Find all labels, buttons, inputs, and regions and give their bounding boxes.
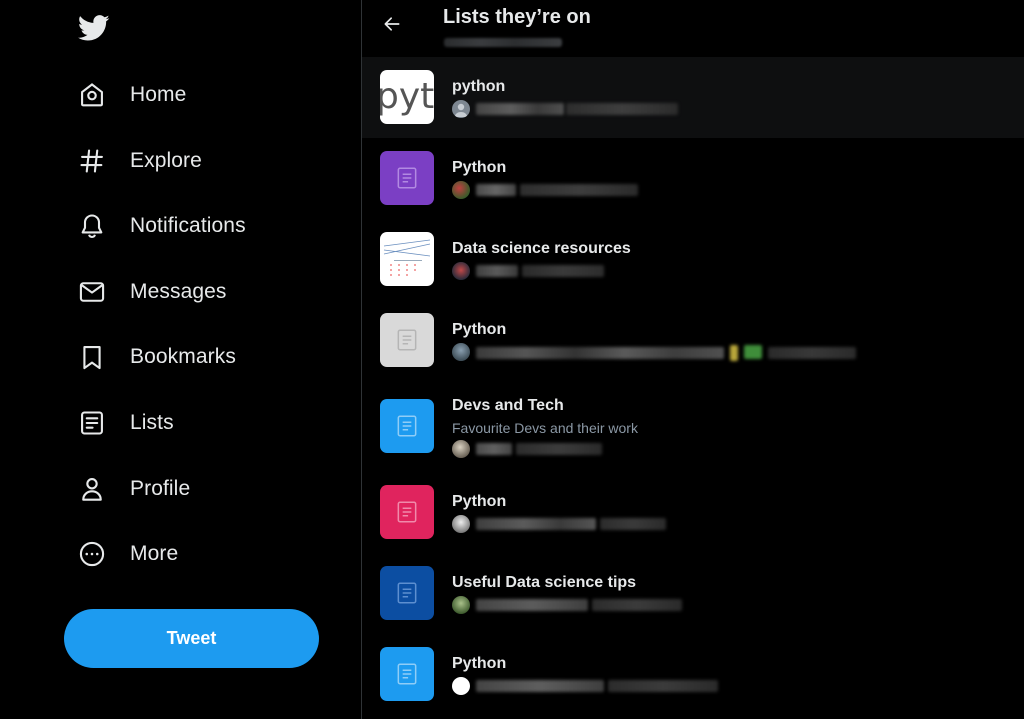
more-circle-icon xyxy=(78,540,106,568)
blurred-owner-name xyxy=(476,347,724,359)
nav-label-bookmarks: Bookmarks xyxy=(130,345,236,368)
owner-avatar[interactable] xyxy=(452,343,470,361)
blurred-owner-name xyxy=(476,599,588,611)
list-thumbnail xyxy=(380,566,434,620)
main-column: Lists they’re on pyt python Python Data … xyxy=(362,0,1024,719)
list-icon xyxy=(78,409,106,437)
person-icon xyxy=(78,475,106,503)
nav-item-more[interactable]: More xyxy=(66,530,190,578)
owner-avatar[interactable] xyxy=(452,515,470,533)
list-thumbnail xyxy=(380,485,434,539)
nav-item-profile[interactable]: Profile xyxy=(66,465,202,513)
owner-avatar[interactable] xyxy=(452,181,470,199)
list-item[interactable]: Data science resources xyxy=(362,219,1024,300)
bookmark-icon xyxy=(78,343,106,371)
bell-icon xyxy=(78,212,106,240)
nav-item-lists[interactable]: Lists xyxy=(66,399,186,447)
list-name: Python xyxy=(452,159,507,176)
nav-label-more: More xyxy=(130,542,179,565)
owner-avatar[interactable] xyxy=(452,440,470,458)
blurred-owner-handle xyxy=(592,599,682,611)
list-name: Data science resources xyxy=(452,240,631,257)
blurred-owner-handle xyxy=(768,347,856,359)
list-item[interactable]: Python xyxy=(362,634,1024,715)
list-thumbnail xyxy=(380,313,434,367)
svg-text:pyt: pyt xyxy=(380,76,434,117)
blurred-owner-name xyxy=(476,265,518,277)
nav-item-home[interactable]: Home xyxy=(66,71,198,119)
list-name: Python xyxy=(452,493,507,510)
blurred-owner-handle xyxy=(522,265,604,277)
list-thumbnail xyxy=(380,232,434,286)
blurred-owner-name xyxy=(476,103,564,115)
nav-label-messages: Messages xyxy=(130,280,227,303)
list-thumbnail: pyt xyxy=(380,70,434,124)
list-item[interactable]: pyt python xyxy=(362,57,1024,138)
blurred-emoji xyxy=(744,345,762,359)
nav-label-notifications: Notifications xyxy=(130,214,246,237)
blurred-owner-name xyxy=(476,518,596,530)
list-name: Python xyxy=(452,321,507,338)
list-name: Devs and Tech xyxy=(452,397,564,414)
list-item[interactable]: Python xyxy=(362,138,1024,219)
envelope-icon xyxy=(78,278,106,306)
blurred-owner-name xyxy=(476,184,516,196)
nav-item-messages[interactable]: Messages xyxy=(66,268,239,316)
sidebar: Home Explore Notifications Messages Book xyxy=(0,0,361,719)
list-name: Useful Data science tips xyxy=(452,574,637,591)
list-thumbnail xyxy=(380,647,434,701)
owner-avatar[interactable] xyxy=(452,262,470,280)
twitter-logo-icon[interactable] xyxy=(77,12,110,44)
blurred-owner-handle xyxy=(520,184,638,196)
tweet-button[interactable]: Tweet xyxy=(64,609,319,668)
nav-label-explore: Explore xyxy=(130,149,202,172)
owner-avatar[interactable] xyxy=(452,100,470,118)
blurred-owner-name xyxy=(476,443,512,455)
hashtag-icon xyxy=(78,147,106,175)
owner-avatar[interactable] xyxy=(452,596,470,614)
nav-label-lists: Lists xyxy=(130,411,174,434)
blurred-emoji xyxy=(730,345,738,361)
list-item[interactable]: Devs and Tech Favourite Devs and their w… xyxy=(362,381,1024,481)
back-button[interactable] xyxy=(378,12,406,40)
arrow-left-icon xyxy=(382,14,402,39)
owner-avatar[interactable] xyxy=(452,677,470,695)
page-title: Lists they’re on xyxy=(443,6,591,28)
blurred-owner-handle xyxy=(566,103,678,115)
list-name: python xyxy=(452,78,506,95)
page-header: Lists they’re on xyxy=(362,0,1024,56)
blurred-owner-handle xyxy=(600,518,666,530)
blurred-owner-handle xyxy=(608,680,718,692)
nav-label-home: Home xyxy=(130,83,187,106)
list-item[interactable]: Python xyxy=(362,300,1024,381)
list-thumbnail xyxy=(380,151,434,205)
app-window: Home Explore Notifications Messages Book xyxy=(0,0,1024,719)
blurred-username xyxy=(444,38,562,47)
list-description: Favourite Devs and their work xyxy=(452,420,638,436)
list-name: Python xyxy=(452,655,507,672)
nav-item-notifications[interactable]: Notifications xyxy=(66,202,258,250)
home-icon xyxy=(78,81,106,109)
list-thumbnail xyxy=(380,399,434,453)
blurred-owner-name xyxy=(476,680,604,692)
blurred-owner-handle xyxy=(516,443,602,455)
nav-item-explore[interactable]: Explore xyxy=(66,137,214,185)
list-item[interactable]: Python xyxy=(362,472,1024,553)
nav-label-profile: Profile xyxy=(130,477,191,500)
list-item[interactable]: Useful Data science tips xyxy=(362,553,1024,634)
nav-item-bookmarks[interactable]: Bookmarks xyxy=(66,333,248,381)
